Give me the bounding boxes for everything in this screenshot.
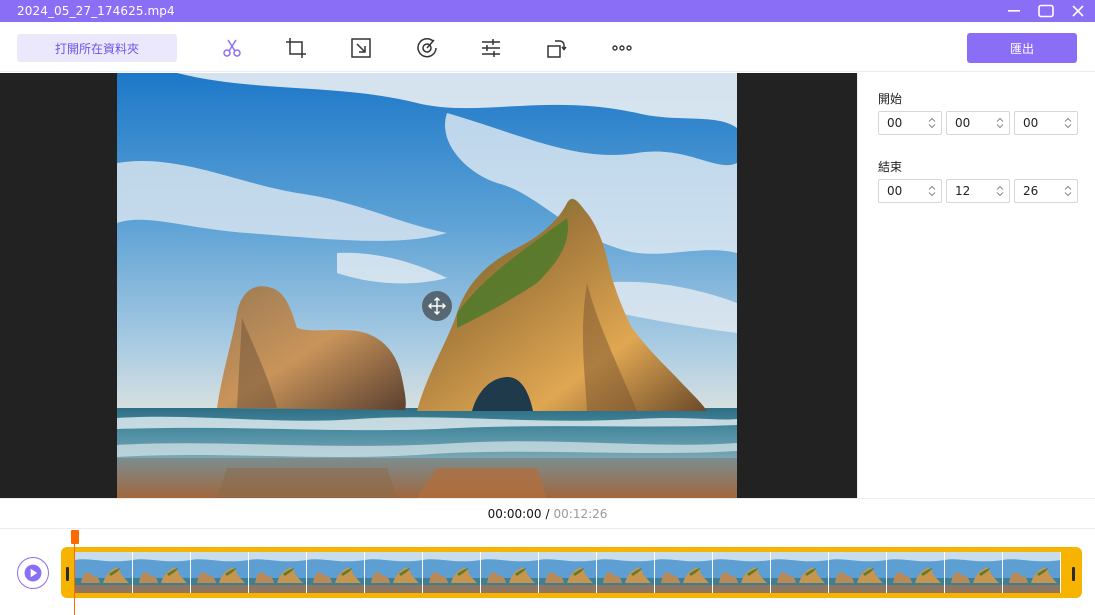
title-bar: 2024_05_27_174625.mp4 bbox=[0, 0, 1095, 22]
spin-arrows-icon[interactable] bbox=[1064, 117, 1072, 129]
start-label: 開始 bbox=[878, 92, 903, 106]
move-handle-icon[interactable] bbox=[422, 291, 452, 321]
export-button[interactable]: 匯出 bbox=[967, 33, 1077, 63]
start-minutes-stepper[interactable]: 00 bbox=[946, 111, 1010, 135]
close-icon[interactable] bbox=[1063, 0, 1093, 22]
scissors-icon[interactable] bbox=[220, 36, 244, 60]
timeline-frame-thumbnail bbox=[1003, 552, 1061, 593]
spin-arrows-icon[interactable] bbox=[928, 185, 936, 197]
resize-icon[interactable] bbox=[349, 36, 373, 60]
end-hours-value: 00 bbox=[887, 184, 903, 198]
maximize-icon[interactable] bbox=[1031, 0, 1061, 22]
timeline-frame-thumbnail bbox=[945, 552, 1003, 593]
timeline-frame-thumbnail bbox=[771, 552, 829, 593]
time-separator: / bbox=[545, 506, 550, 521]
start-hours-value: 00 bbox=[887, 116, 903, 130]
timeline-frame-thumbnail bbox=[133, 552, 191, 593]
spin-arrows-icon[interactable] bbox=[996, 117, 1004, 129]
play-button[interactable] bbox=[17, 557, 49, 589]
spin-arrows-icon[interactable] bbox=[996, 185, 1004, 197]
toolbar: 打開所在資料夾 匯出 bbox=[0, 22, 1095, 72]
video-preview-area bbox=[0, 73, 857, 498]
timeline-frame-thumbnail bbox=[655, 552, 713, 593]
start-hours-stepper[interactable]: 00 bbox=[878, 111, 942, 135]
timeline-frame-thumbnail bbox=[307, 552, 365, 593]
spin-arrows-icon[interactable] bbox=[1064, 185, 1072, 197]
rotate-icon[interactable] bbox=[544, 36, 568, 60]
end-hours-stepper[interactable]: 00 bbox=[878, 179, 942, 203]
crop-icon[interactable] bbox=[284, 36, 308, 60]
more-icon[interactable] bbox=[610, 36, 634, 60]
timeline-frame-thumbnail bbox=[887, 552, 945, 593]
end-label: 結束 bbox=[878, 160, 903, 174]
play-icon bbox=[24, 564, 42, 582]
timeline-frame-thumbnail bbox=[539, 552, 597, 593]
end-minutes-stepper[interactable]: 12 bbox=[946, 179, 1010, 203]
timeline-frame-thumbnail bbox=[713, 552, 771, 593]
total-time: 00:12:26 bbox=[553, 506, 608, 521]
timeline-frames[interactable] bbox=[75, 552, 1069, 593]
end-minutes-value: 12 bbox=[955, 184, 971, 198]
trim-start-handle[interactable] bbox=[66, 567, 69, 581]
start-seconds-value: 00 bbox=[1023, 116, 1039, 130]
timeline-frame-thumbnail bbox=[829, 552, 887, 593]
trim-end-handle[interactable] bbox=[1072, 567, 1075, 581]
video-editor-window: 2024_05_27_174625.mp4 打開所在資料夾 匯出 開始 00 0… bbox=[0, 0, 1095, 615]
current-time: 00:00:00 bbox=[487, 506, 542, 521]
open-folder-button[interactable]: 打開所在資料夾 bbox=[17, 34, 177, 62]
timeline-frame-thumbnail bbox=[191, 552, 249, 593]
window-title: 2024_05_27_174625.mp4 bbox=[17, 4, 175, 18]
beach-rocks-image bbox=[117, 73, 737, 498]
time-display: 00:00:00 / 00:12:26 bbox=[0, 498, 1095, 529]
timeline-frame-thumbnail bbox=[365, 552, 423, 593]
timeline-frame-thumbnail bbox=[597, 552, 655, 593]
end-seconds-value: 26 bbox=[1023, 184, 1039, 198]
minimize-icon[interactable] bbox=[999, 0, 1029, 22]
timeline-frame-thumbnail bbox=[481, 552, 539, 593]
playhead-line bbox=[74, 542, 75, 615]
timeline-frame-thumbnail bbox=[423, 552, 481, 593]
start-minutes-value: 00 bbox=[955, 116, 971, 130]
timeline-frame-thumbnail bbox=[249, 552, 307, 593]
speed-icon[interactable] bbox=[415, 36, 439, 60]
playhead-handle[interactable] bbox=[71, 530, 79, 544]
video-frame[interactable] bbox=[117, 73, 737, 498]
end-seconds-stepper[interactable]: 26 bbox=[1014, 179, 1078, 203]
trim-settings-panel: 開始 00 00 00 結束 00 12 26 bbox=[857, 73, 1095, 498]
adjust-icon[interactable] bbox=[479, 36, 503, 60]
timeline-frame-thumbnail bbox=[75, 552, 133, 593]
spin-arrows-icon[interactable] bbox=[928, 117, 936, 129]
start-seconds-stepper[interactable]: 00 bbox=[1014, 111, 1078, 135]
